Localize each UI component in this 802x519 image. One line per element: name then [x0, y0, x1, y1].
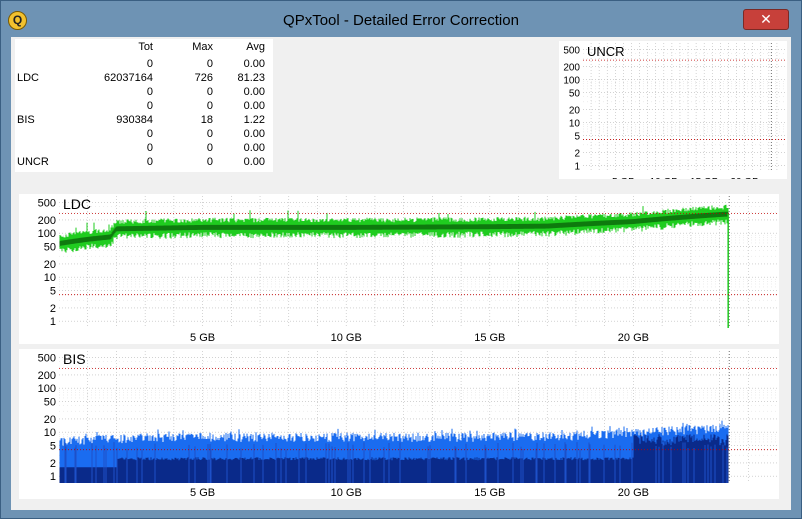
stats-header-avg: Avg	[246, 41, 265, 53]
x-tick-label: 5 GB	[190, 332, 215, 344]
y-tick-label: 100	[38, 383, 56, 395]
x-tick-label: 10 GB	[650, 177, 679, 179]
stats-header-tot: Tot	[138, 41, 153, 53]
stats-avg-value: 0.00	[243, 100, 265, 112]
stats-header-max: Max	[192, 41, 213, 53]
y-tick-label: 5	[574, 131, 580, 142]
title-bar[interactable]: Q QPxTool - Detailed Error Correction ✕	[1, 1, 801, 39]
y-tick-label: 2	[574, 148, 580, 159]
stats-max-value: 18	[200, 114, 213, 126]
stats-tot-value: 0	[146, 128, 153, 140]
stats-avg-value: 0.00	[243, 86, 265, 98]
stats-tot-value: 0	[146, 100, 153, 112]
x-tick-label: 15 GB	[690, 177, 719, 179]
qpxtool-window: Q QPxTool - Detailed Error Correction ✕ …	[0, 0, 802, 519]
bis-chart: 5002001005020105215 GB 10 GB 15 GB 20 GBBIS	[38, 351, 777, 499]
stats-avg-value: 0.00	[243, 142, 265, 154]
stats-avg-value: 0.00	[243, 58, 265, 70]
y-tick-label: 2	[50, 303, 56, 315]
x-tick-label: 20 GB	[618, 487, 649, 499]
stats-label-bis: BIS	[17, 114, 35, 126]
client-area: Tot Max Avg 0 0 0.00 LDC 62037164 726 81.23 0 0 0.00…	[11, 37, 791, 510]
stats-max-value: 0	[206, 142, 213, 154]
stats-tot-value: 0	[146, 142, 153, 154]
x-tick-label: 10 GB	[331, 332, 362, 344]
y-tick-label: 200	[38, 370, 56, 382]
y-tick-label: 100	[38, 228, 56, 240]
y-tick-label: 100	[563, 75, 580, 86]
y-tick-label: 2	[50, 458, 56, 470]
ldc-chart: 5002001005020105215 GB 10 GB 15 GB 20 GBLDC	[38, 196, 777, 344]
y-tick-label: 20	[44, 414, 56, 426]
y-tick-label: 500	[563, 45, 580, 56]
x-tick-label: 10 GB	[331, 487, 362, 499]
stats-avg-value: 0.00	[243, 156, 265, 168]
ldc-chart-panel: 500 200 100 50 20 10 5 2 1 5 GB 10 GB 15 GB 20 GB LDC	[19, 194, 779, 344]
stats-avg-value: 0.00	[243, 128, 265, 140]
x-tick-label: 5 GB	[190, 487, 215, 499]
y-tick-label: 20	[44, 259, 56, 271]
y-tick-label: 1	[50, 471, 56, 483]
stats-tot-value: 0	[146, 58, 153, 70]
x-tick-label: 15 GB	[474, 487, 505, 499]
y-tick-label: 50	[44, 241, 56, 253]
stats-max-value: 0	[206, 156, 213, 168]
chart-title: UNCR	[587, 44, 625, 59]
chart-title: BIS	[63, 351, 86, 367]
stats-avg-value: 1.22	[243, 114, 265, 126]
y-tick-label: 500	[38, 197, 56, 209]
y-tick-label: 50	[569, 88, 581, 99]
stats-label-ldc: LDC	[17, 72, 40, 84]
y-tick-label: 20	[569, 105, 581, 116]
stats-tot-value: 0	[146, 156, 153, 168]
stats-max-value: 726	[194, 72, 213, 84]
uncr-chart: 5002001005020105215 GB10 GB15 GB20 GBUNC…	[563, 43, 785, 188]
y-tick-label: 5	[50, 285, 56, 297]
y-tick-label: 200	[563, 62, 580, 73]
stats-tot-value: 0	[146, 86, 153, 98]
stats-tot-value: 930384	[116, 114, 153, 126]
x-tick-label: 20 GB	[730, 177, 759, 179]
y-tick-label: 10	[569, 118, 581, 129]
y-tick-label: 10	[44, 427, 56, 439]
window-title: QPxTool - Detailed Error Correction	[283, 12, 519, 29]
stats-max-value: 0	[206, 86, 213, 98]
stats-avg-value: 81.23	[237, 72, 265, 84]
y-tick-label: 1	[574, 161, 580, 172]
stats-max-value: 0	[206, 100, 213, 112]
bis-chart-panel: 500 200 100 50 20 10 5 2 1 5 GB 10 GB 15 GB 20 GB BIS	[19, 349, 779, 499]
stats-max-value: 0	[206, 58, 213, 70]
x-tick-label: 5 GB	[612, 177, 635, 179]
stats-label-uncr: UNCR	[17, 156, 49, 168]
close-button[interactable]: ✕	[743, 9, 789, 30]
x-tick-label: 15 GB	[474, 332, 505, 344]
uncr-chart-panel: 5002001005020105215 GB10 GB15 GB20 GBUNC…	[559, 41, 787, 188]
y-tick-label: 1	[50, 316, 56, 328]
stats-tot-value: 62037164	[104, 72, 153, 84]
y-tick-label: 500	[38, 352, 56, 364]
y-tick-label: 10	[44, 272, 56, 284]
stats-max-value: 0	[206, 128, 213, 140]
stats-table: Tot Max Avg 0 0 0.00 LDC 62037164 726 81.23 0 0 0.00…	[15, 39, 273, 172]
y-tick-label: 5	[50, 440, 56, 452]
y-tick-label: 200	[38, 215, 56, 227]
chart-title: LDC	[63, 196, 91, 212]
y-tick-label: 50	[44, 396, 56, 408]
x-tick-label: 20 GB	[618, 332, 649, 344]
